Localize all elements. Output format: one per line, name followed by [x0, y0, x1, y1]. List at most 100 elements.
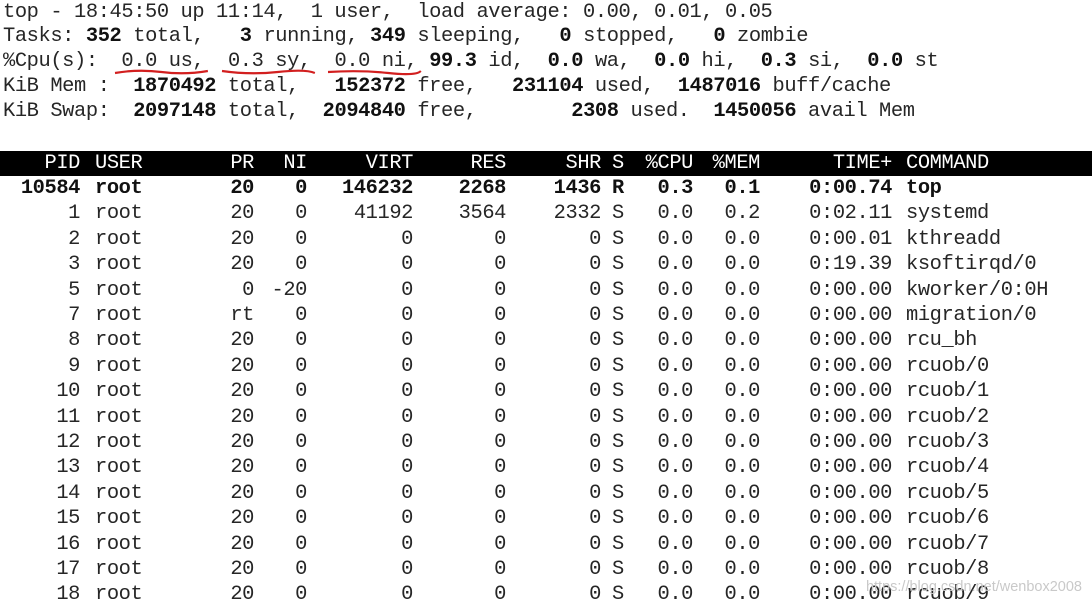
cell-ni: 0: [295, 177, 307, 200]
cell-mem: 0.0: [724, 558, 760, 581]
cell-ni: 0: [295, 583, 307, 607]
cpu-hi-label: hi,: [701, 50, 738, 73]
cell-pid: 8: [68, 329, 80, 353]
cell-res: 0: [494, 227, 506, 251]
cell-command: migration/0: [906, 304, 1037, 327]
cell-pr: 20: [230, 380, 254, 404]
cell-pr: 20: [230, 177, 254, 200]
table-row: 5 root 0 -20 0 0 0 S 0.0 0.0 0:00.00 kworker/0:0H: [0, 278, 1092, 303]
cell-user: root: [95, 329, 143, 353]
cell-mem: 0.0: [724, 227, 760, 251]
cell-ni: 0: [295, 481, 307, 505]
mem-label: KiB Mem :: [3, 75, 110, 98]
cell-pr: 20: [230, 583, 254, 607]
table-row: 15 root 20 0 0 0 0 S 0.0 0.0 0:00.00 rcuob/6: [0, 506, 1092, 531]
cell-command: systemd: [906, 202, 989, 226]
cell-time: 0:00.00: [809, 329, 892, 353]
cell-state: S: [612, 304, 624, 327]
swap-used-label: used.: [630, 100, 690, 123]
cell-pid: 16: [56, 532, 80, 556]
swap-avail: 1450056: [713, 100, 797, 123]
cell-pr: 20: [230, 431, 254, 454]
cell-mem: 0.0: [724, 532, 760, 556]
cell-shr: 0: [589, 507, 601, 531]
cell-shr: 0: [589, 405, 601, 429]
column-header-res: RES: [470, 152, 506, 175]
cell-time: 0:00.00: [809, 304, 892, 327]
cell-pid: 5: [68, 278, 80, 302]
cell-shr: 0: [589, 278, 601, 302]
cell-cpu: 0.0: [657, 532, 693, 556]
cell-pr: 20: [230, 507, 254, 531]
cell-user: root: [95, 253, 143, 277]
cell-res: 0: [494, 481, 506, 505]
cpu-si-value: 0.3: [760, 50, 797, 73]
cell-shr: 0: [589, 227, 601, 251]
cell-cpu: 0.0: [657, 380, 693, 404]
cell-pid: 18: [56, 583, 80, 607]
cell-ni: 0: [295, 558, 307, 581]
cpu-st-label: st: [914, 50, 939, 73]
cell-shr: 0: [589, 532, 601, 556]
mem-free-label: free,: [417, 75, 477, 98]
cell-mem: 0.0: [724, 431, 760, 454]
swap-free-label: free,: [417, 100, 477, 123]
cell-mem: 0.0: [724, 405, 760, 429]
cell-res: 3564: [458, 202, 507, 226]
cell-user: root: [95, 456, 143, 480]
cell-user: root: [95, 278, 143, 302]
table-row: 3 root 20 0 0 0 0 S 0.0 0.0 0:19.39 ksoftirqd/0: [0, 252, 1092, 277]
cell-state: S: [612, 507, 624, 531]
mem-used-label: used,: [594, 75, 655, 98]
mem-total: 1870492: [133, 75, 217, 98]
cell-res: 0: [494, 431, 506, 454]
cell-ni: 0: [295, 405, 307, 429]
cell-pr: 0: [242, 278, 254, 302]
tasks-zombie-label: zombie: [737, 25, 809, 48]
cell-res: 0: [494, 583, 506, 607]
cell-command: rcuob/0: [906, 354, 989, 378]
cell-virt: 0: [401, 431, 413, 454]
cell-state: S: [612, 456, 624, 480]
swap-free: 2094840: [322, 100, 406, 123]
cell-shr: 0: [589, 354, 601, 378]
cell-cpu: 0.0: [657, 329, 693, 353]
cell-state: S: [612, 329, 624, 353]
cell-virt: 0: [401, 253, 413, 277]
cell-cpu: 0.0: [657, 304, 693, 327]
cell-virt: 0: [401, 354, 413, 378]
tasks-total-label: total,: [133, 25, 205, 48]
cpu-hi-value: 0.0: [654, 50, 690, 73]
cell-ni: 0: [295, 354, 307, 378]
cell-command: rcuob/1: [906, 380, 989, 404]
cell-time: 0:02.11: [809, 202, 892, 226]
cell-virt: 41192: [353, 202, 414, 226]
cpu-st-value: 0.0: [867, 50, 903, 73]
column-header-user: USER: [95, 152, 143, 175]
cell-time: 0:00.74: [809, 177, 892, 200]
cell-pr: 20: [230, 202, 254, 226]
cell-user: root: [95, 227, 143, 251]
cell-res: 0: [494, 456, 506, 480]
cell-pr: 20: [230, 253, 254, 277]
cell-user: root: [95, 558, 143, 581]
cell-shr: 0: [589, 481, 601, 505]
table-row: 10 root 20 0 0 0 0 S 0.0 0.0 0:00.00 rcuob/1: [0, 379, 1092, 404]
table-row: 14 root 20 0 0 0 0 S 0.0 0.0 0:00.00 rcuob/5: [0, 481, 1092, 506]
cell-ni: 0: [295, 202, 307, 226]
column-header-shr: SHR: [565, 152, 601, 175]
column-header-pid: PID: [44, 152, 80, 175]
cell-res: 0: [494, 354, 506, 378]
cell-ni: 0: [295, 380, 307, 404]
cell-shr: 1436: [553, 177, 602, 200]
cell-mem: 0.0: [724, 583, 760, 607]
cell-time: 0:00.00: [809, 507, 892, 531]
cell-mem: 0.1: [724, 177, 760, 200]
cell-command: rcuob/4: [906, 456, 989, 480]
cell-res: 0: [494, 278, 506, 302]
cell-cpu: 0.0: [657, 227, 693, 251]
cell-shr: 0: [589, 329, 601, 353]
cell-shr: 0: [589, 456, 601, 480]
column-header-mem: %MEM: [712, 152, 761, 175]
cell-virt: 146232: [341, 177, 413, 200]
